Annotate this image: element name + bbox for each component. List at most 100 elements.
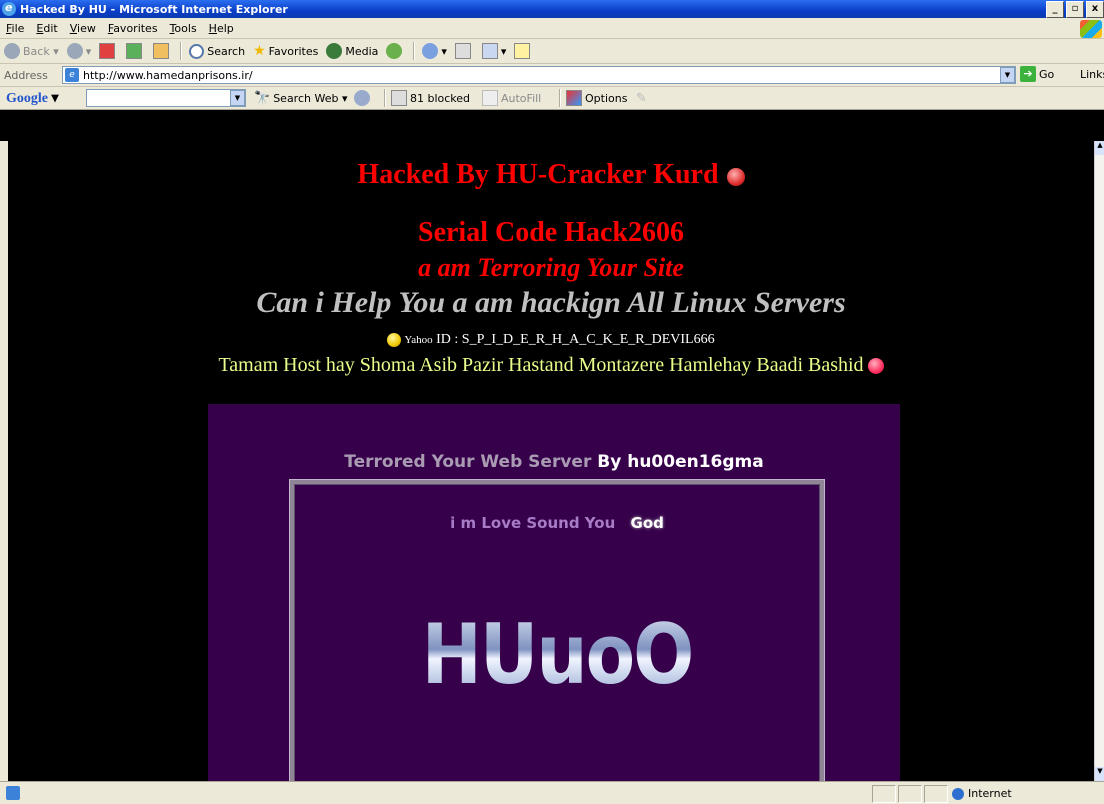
back-arrow-icon bbox=[4, 43, 20, 59]
star-icon: ★ bbox=[253, 43, 266, 59]
hu-logo: HUuoO bbox=[294, 606, 820, 703]
popup-blocker-button[interactable]: 81 blocked bbox=[387, 87, 474, 109]
toolbar-separator bbox=[384, 89, 385, 107]
terrored-prefix: Terrored Your Web Server bbox=[344, 452, 592, 472]
search-icon bbox=[189, 43, 205, 59]
note-icon bbox=[514, 43, 531, 59]
options-button[interactable]: Options bbox=[562, 87, 631, 109]
search-label: Search bbox=[207, 44, 246, 58]
security-zone: Internet bbox=[952, 787, 1012, 800]
back-label: Back bbox=[23, 44, 50, 58]
vertical-scrollbar[interactable]: ▲ ▼ bbox=[1094, 141, 1104, 781]
status-cell bbox=[872, 785, 896, 803]
address-label: Address bbox=[4, 68, 48, 82]
options-icon bbox=[566, 90, 582, 106]
scroll-up-icon[interactable]: ▲ bbox=[1095, 141, 1104, 155]
go-button[interactable]: ➔ Go bbox=[1020, 66, 1054, 82]
search-web-button[interactable]: 🔭 Search Web ▾ bbox=[250, 87, 352, 109]
autofill-label: AutoFill bbox=[501, 91, 542, 105]
terrored-by: By hu00en16gma bbox=[597, 452, 764, 472]
tamam-message: Tamam Host hay Shoma Asib Pazir Hastand … bbox=[8, 354, 1094, 377]
google-search-dropdown-icon[interactable]: ▼ bbox=[230, 90, 245, 106]
maximize-button[interactable]: ▫ bbox=[1066, 1, 1084, 18]
page-icon: e bbox=[65, 68, 79, 82]
history-button[interactable] bbox=[382, 40, 409, 62]
refresh-button[interactable] bbox=[122, 40, 149, 62]
globe-icon bbox=[952, 787, 964, 800]
menu-tools[interactable]: Tools bbox=[164, 22, 203, 35]
god-text: God bbox=[630, 514, 664, 532]
options-label: Options bbox=[585, 91, 628, 105]
menu-help[interactable]: Help bbox=[203, 22, 240, 35]
home-icon bbox=[153, 43, 170, 59]
toolbar-separator bbox=[413, 42, 415, 60]
forward-button[interactable]: ▾ bbox=[63, 40, 96, 62]
menu-bar: File Edit View Favorites Tools Help bbox=[0, 18, 1104, 39]
highlight-button[interactable]: ✎ bbox=[632, 87, 651, 109]
google-toolbar: Google ▾ ▼ 🔭 Search Web ▾ 81 blocked Aut… bbox=[0, 87, 1104, 110]
menu-edit[interactable]: Edit bbox=[30, 22, 63, 35]
go-label: Go bbox=[1039, 67, 1055, 81]
status-cell bbox=[898, 785, 922, 803]
zone-label: Internet bbox=[968, 787, 1012, 800]
page-content: Hacked By HU-Cracker Kurd Serial Code Ha… bbox=[8, 141, 1094, 781]
google-logo[interactable]: Google ▾ bbox=[0, 90, 59, 107]
status-cell bbox=[924, 785, 948, 803]
back-button[interactable]: Back ▾ bbox=[0, 40, 63, 62]
mail-button[interactable]: ▾ bbox=[418, 40, 451, 62]
toolbar-separator bbox=[180, 42, 182, 60]
popup-blocker-icon bbox=[391, 90, 407, 106]
pagerank-button[interactable] bbox=[350, 87, 377, 109]
google-search-input[interactable] bbox=[86, 89, 246, 107]
google-logo-text: Google bbox=[6, 90, 48, 106]
forward-arrow-icon bbox=[66, 43, 83, 59]
links-button[interactable]: Links bbox=[1080, 68, 1104, 81]
love-line: i m Love Sound You God bbox=[294, 514, 820, 532]
yellow-smiley-icon bbox=[387, 332, 402, 347]
close-button[interactable]: x bbox=[1086, 1, 1104, 18]
edit-button[interactable]: ▾ bbox=[478, 40, 511, 62]
autofill-icon bbox=[482, 90, 498, 106]
yahoo-label: Yahoo bbox=[404, 334, 433, 346]
media-icon bbox=[326, 43, 343, 59]
ie-icon bbox=[2, 1, 16, 16]
blocked-label: 81 blocked bbox=[410, 91, 471, 105]
menu-favorites[interactable]: Favorites bbox=[102, 22, 164, 35]
menu-file[interactable]: File bbox=[0, 22, 30, 35]
stop-button[interactable] bbox=[95, 40, 122, 62]
yahoo-id-text: ID : S_P_I_D_E_R_H_A_C_K_E_R_DEVIL666 bbox=[436, 332, 715, 347]
autofill-button[interactable]: AutoFill bbox=[478, 87, 545, 109]
favorites-button[interactable]: ★ Favorites bbox=[249, 40, 322, 62]
address-bar: Address e http://www.hamedanprisons.ir/ … bbox=[0, 64, 1104, 87]
refresh-icon bbox=[126, 43, 143, 59]
favorites-label: Favorites bbox=[268, 44, 319, 58]
address-dropdown-arrow-icon[interactable]: ▼ bbox=[1000, 67, 1015, 83]
standard-toolbar: Back ▾ ▾ Search ★ Favorites Media ▾ ▾ bbox=[0, 39, 1104, 64]
yahoo-id-line: Yahoo ID : S_P_I_D_E_R_H_A_C_K_E_R_DEVIL… bbox=[8, 332, 1094, 348]
pagerank-icon bbox=[354, 90, 370, 106]
page-top-band bbox=[0, 110, 1104, 141]
minimize-button[interactable]: _ bbox=[1046, 1, 1064, 18]
messenger-button[interactable] bbox=[510, 40, 537, 62]
media-label: Media bbox=[345, 44, 379, 58]
status-bar: Internet bbox=[0, 781, 1104, 804]
word-icon bbox=[481, 43, 498, 59]
terrored-title: Terrored Your Web Server By hu00en16gma bbox=[208, 452, 900, 472]
address-input[interactable]: e http://www.hamedanprisons.ir/ bbox=[62, 66, 1016, 84]
serial-code-headline: Serial Code Hack2606 bbox=[418, 217, 684, 248]
devil-smiley-icon bbox=[867, 358, 884, 375]
print-button[interactable] bbox=[451, 40, 478, 62]
linux-servers-headline: Can i Help You a am hackign All Linux Se… bbox=[256, 286, 846, 319]
love-text: i m Love Sound You bbox=[450, 514, 616, 532]
scroll-down-icon[interactable]: ▼ bbox=[1095, 767, 1104, 781]
menu-view[interactable]: View bbox=[64, 22, 102, 35]
home-button[interactable] bbox=[149, 40, 176, 62]
toolbar-separator bbox=[559, 89, 560, 107]
search-button[interactable]: Search bbox=[185, 40, 249, 62]
media-button[interactable]: Media bbox=[322, 40, 382, 62]
go-arrow-icon: ➔ bbox=[1020, 66, 1036, 82]
print-icon bbox=[454, 43, 471, 59]
hacked-headline: Hacked By HU-Cracker Kurd bbox=[8, 159, 1094, 191]
address-url: http://www.hamedanprisons.ir/ bbox=[83, 68, 253, 82]
window-title: Hacked By HU - Microsoft Internet Explor… bbox=[20, 2, 288, 16]
